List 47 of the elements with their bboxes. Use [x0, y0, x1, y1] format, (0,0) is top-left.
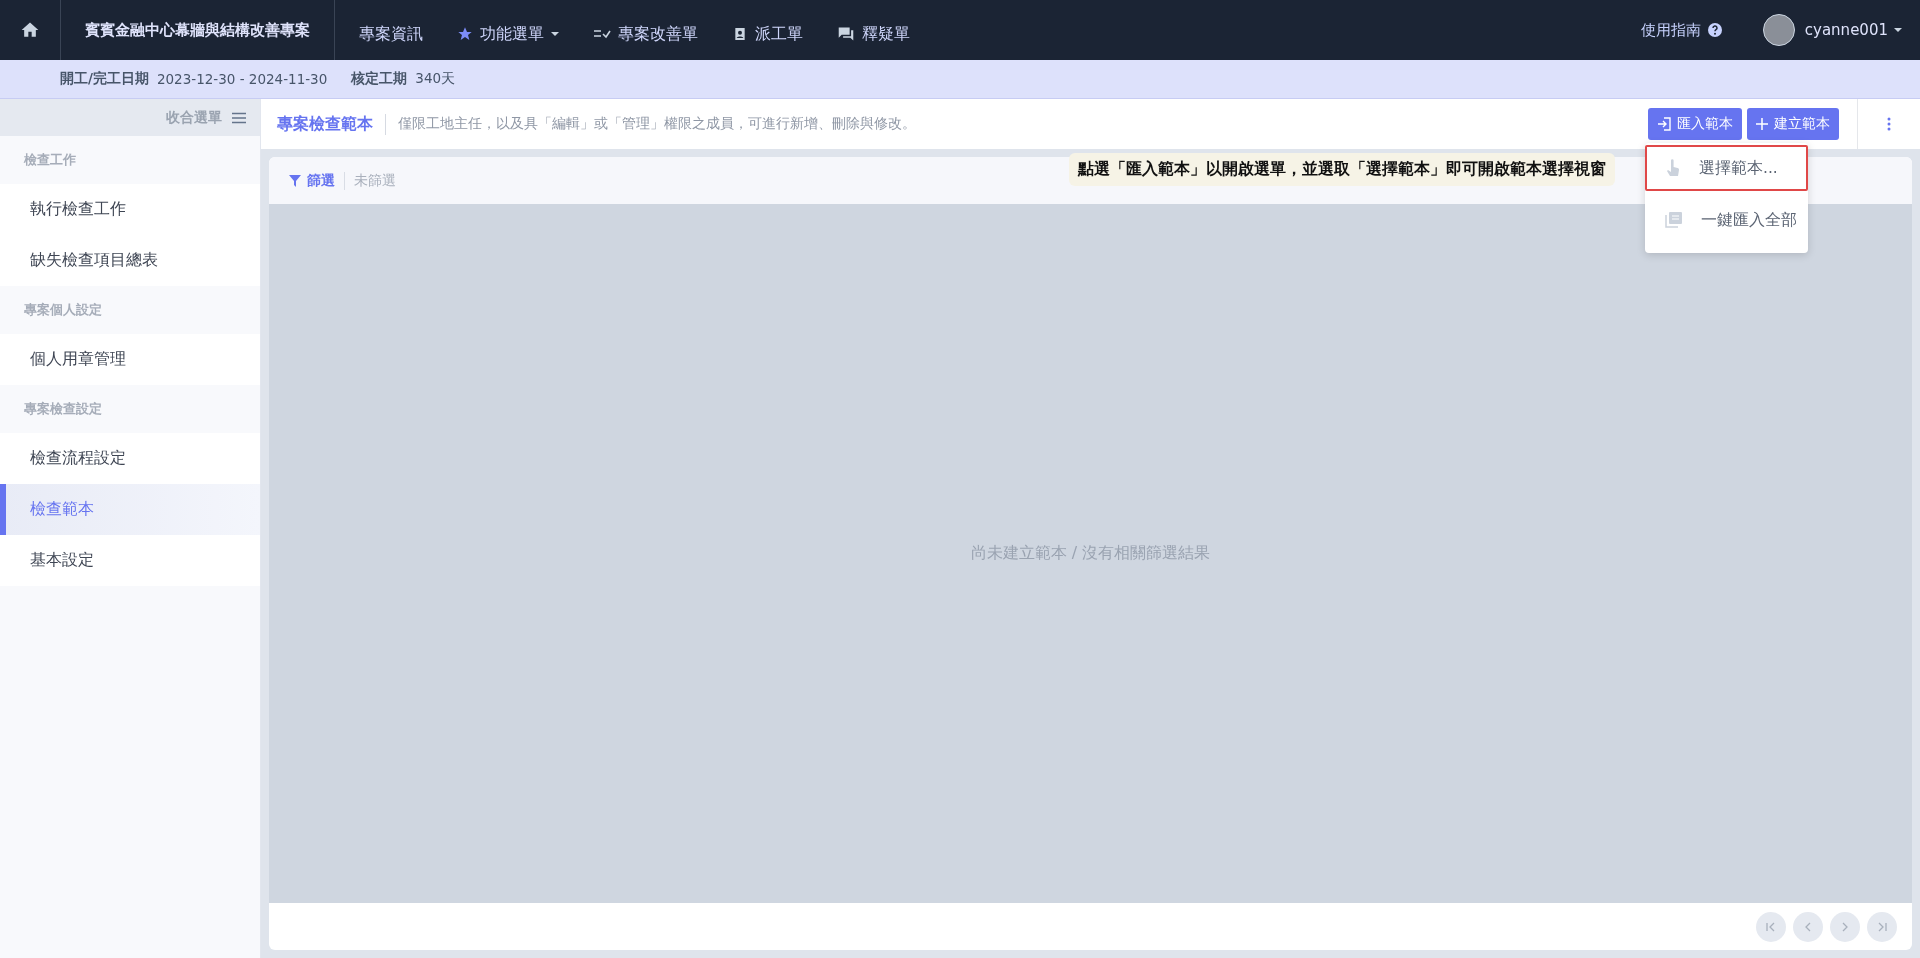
- first-page-icon: [1765, 920, 1777, 933]
- more-icon: [1887, 117, 1891, 131]
- sidebar-item[interactable]: 檢查流程設定: [0, 433, 260, 484]
- section-heading: 檢查工作: [24, 151, 76, 169]
- sidebar-item[interactable]: 個人用章管理: [0, 334, 260, 385]
- section-heading: 專案檢查設定: [24, 400, 102, 418]
- filter-status: 未篩選: [353, 171, 396, 190]
- menu-item[interactable]: 一鍵匯入全部: [1645, 197, 1808, 243]
- nav-link[interactable]: 功能選單: [457, 15, 559, 45]
- id-badge-icon: [732, 26, 748, 42]
- help-icon: [1706, 22, 1723, 38]
- caret-icon: [551, 31, 559, 37]
- guide-link[interactable]: 使用指南: [1640, 20, 1723, 40]
- plus-icon: [1756, 118, 1768, 130]
- info-label: 核定工期: [351, 70, 408, 88]
- filter-button[interactable]: 篩選: [289, 171, 345, 190]
- nav-link[interactable]: 專案資訊: [359, 15, 423, 45]
- sidebar-item[interactable]: 檢查範本: [0, 484, 260, 535]
- create-button[interactable]: 建立範本: [1747, 108, 1839, 140]
- library-icon: [1665, 212, 1683, 228]
- nav-link[interactable]: 專案改善單: [593, 15, 698, 45]
- avatar[interactable]: [1762, 14, 1795, 46]
- hint-tooltip: 點選「匯入範本」以開啟選單，並選取「選擇範本」即可開啟範本選擇視窗: [1069, 153, 1615, 186]
- section-heading: 專案個人設定: [24, 301, 102, 319]
- permission-note: 僅限工地主任，以及具「編輯」或「管理」權限之成員，可進行新增、刪除與修改。: [397, 115, 916, 133]
- import-button[interactable]: 匯入範本: [1648, 108, 1742, 140]
- nav-link[interactable]: 釋疑單: [837, 15, 910, 45]
- star-icon: [457, 26, 473, 42]
- home-icon: [20, 20, 40, 40]
- menu-icon: [232, 111, 246, 124]
- info-value: 340天: [415, 70, 456, 88]
- sidebar-item[interactable]: 缺失檢查項目總表: [0, 235, 260, 286]
- nav-link[interactable]: 派工單: [732, 15, 803, 45]
- funnel-icon: [289, 174, 301, 187]
- last-page-icon: [1876, 920, 1888, 933]
- sidebar-item[interactable]: 基本設定: [0, 535, 260, 586]
- user-menu[interactable]: cyanne001: [1804, 21, 1902, 39]
- chat-icon: [837, 26, 855, 42]
- info-label: 開工/完工日期: [60, 70, 149, 88]
- page-title: 專案檢查範本: [277, 113, 386, 135]
- login-icon: [1657, 117, 1671, 131]
- pointing-hand-icon: [1665, 159, 1681, 177]
- menu-item[interactable]: 選擇範本...: [1645, 145, 1808, 191]
- sidebar-item[interactable]: 執行檢查工作: [0, 184, 260, 235]
- checklist-icon: [593, 27, 611, 41]
- caret-icon: [1894, 27, 1902, 33]
- info-value: 2023-12-30 - 2024-11-30: [156, 71, 328, 87]
